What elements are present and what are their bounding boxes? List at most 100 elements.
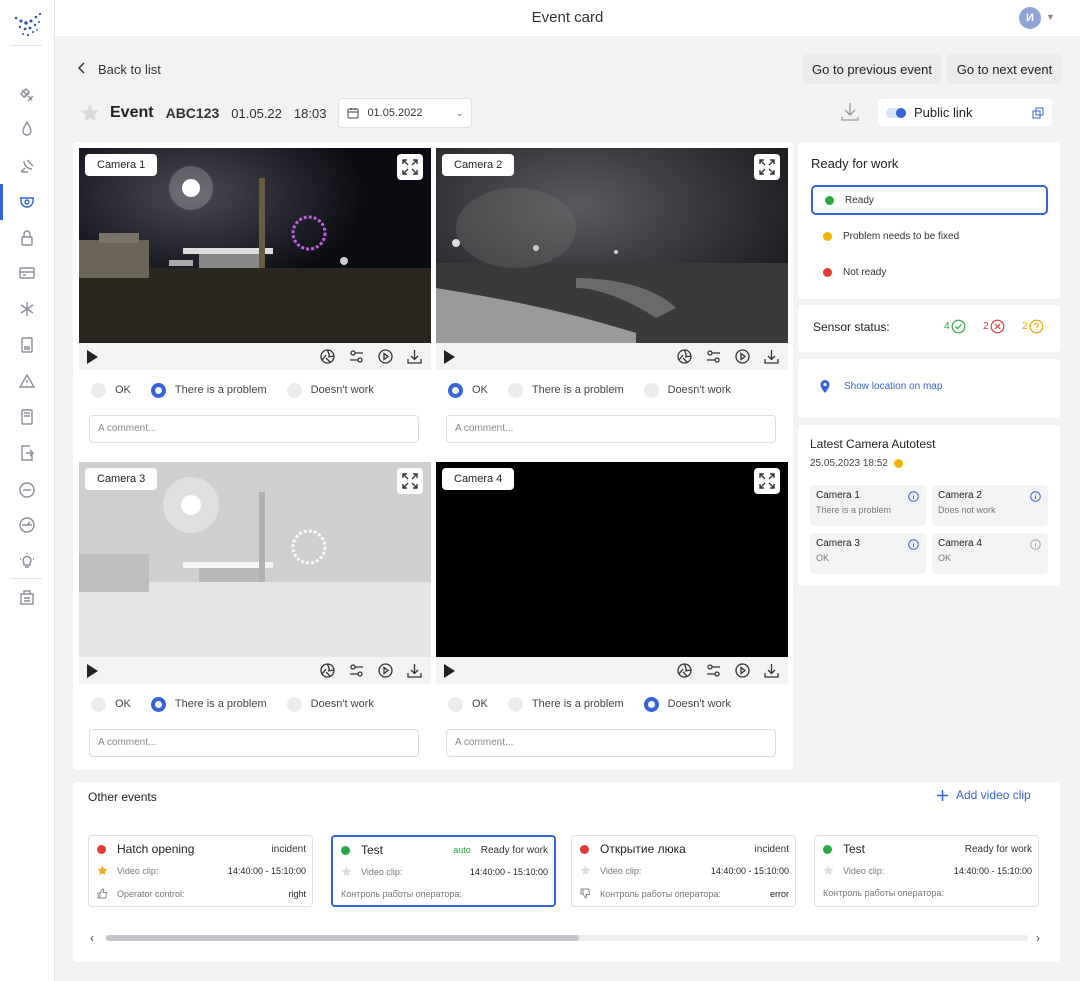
event-code: ABC123 bbox=[165, 105, 220, 121]
event-card[interactable]: Hatch opening incident Video clip: 14:40:0… bbox=[88, 835, 313, 907]
adjust-icon[interactable] bbox=[705, 348, 722, 365]
camera-video-4[interactable]: Camera 4 bbox=[436, 462, 788, 657]
event-card[interactable]: Test Ready for work Video clip: 14:40:00 -… bbox=[814, 835, 1039, 907]
public-link-toggle[interactable]: Public link bbox=[878, 99, 1052, 126]
info-icon[interactable] bbox=[1030, 491, 1041, 502]
adjust-icon[interactable] bbox=[705, 662, 722, 679]
public-link-label: Public link bbox=[914, 105, 973, 120]
star-icon[interactable] bbox=[580, 865, 591, 876]
adjust-icon[interactable] bbox=[348, 662, 365, 679]
playback-icon[interactable] bbox=[734, 348, 751, 365]
playback-icon[interactable] bbox=[734, 662, 751, 679]
bulb-icon[interactable] bbox=[16, 550, 38, 572]
question-circle-icon bbox=[1029, 319, 1043, 334]
lock-icon[interactable] bbox=[16, 227, 38, 249]
radio-doesnt-work[interactable]: Doesn't work bbox=[286, 382, 374, 398]
yellow-dot bbox=[823, 231, 832, 241]
toggle-switch[interactable] bbox=[886, 107, 906, 118]
radio-problem[interactable]: There is a problem bbox=[507, 696, 624, 712]
copy-icon[interactable] bbox=[1032, 107, 1044, 119]
playback-icon[interactable] bbox=[377, 662, 394, 679]
camera-video-1[interactable]: Camera 1 bbox=[79, 148, 431, 343]
radio-ok[interactable]: OK bbox=[448, 382, 488, 398]
ready-option[interactable]: Ready bbox=[811, 185, 1048, 215]
back-to-list-link[interactable]: Back to list bbox=[77, 62, 161, 77]
satellite-icon[interactable] bbox=[16, 84, 38, 106]
show-location-link[interactable]: Show location on map bbox=[820, 380, 942, 393]
play-icon[interactable] bbox=[87, 663, 98, 678]
radio-problem[interactable]: There is a problem bbox=[150, 382, 267, 398]
expand-icon[interactable] bbox=[754, 154, 780, 180]
report-icon[interactable] bbox=[16, 406, 38, 428]
video-controls bbox=[79, 657, 431, 684]
download-icon[interactable] bbox=[763, 662, 780, 679]
download-icon[interactable] bbox=[406, 662, 423, 679]
previous-event-button[interactable]: Go to previous event bbox=[803, 54, 941, 84]
radio-doesnt-work[interactable]: Doesn't work bbox=[286, 696, 374, 712]
radio-problem[interactable]: There is a problem bbox=[507, 382, 624, 398]
comment-input[interactable]: A comment... bbox=[89, 729, 419, 757]
aperture-icon[interactable] bbox=[676, 348, 693, 365]
autotest-cell: Camera 3 OK bbox=[810, 533, 926, 574]
scroll-left-icon[interactable]: ‹ bbox=[90, 931, 94, 945]
scroll-right-icon[interactable]: › bbox=[1036, 931, 1040, 945]
playback-icon[interactable] bbox=[377, 348, 394, 365]
comment-input[interactable]: A comment... bbox=[89, 415, 419, 443]
problem-option[interactable]: Problem needs to be fixed bbox=[811, 221, 1048, 251]
antenna-icon[interactable] bbox=[16, 155, 38, 177]
radio-problem[interactable]: There is a problem bbox=[150, 696, 267, 712]
not-ready-option[interactable]: Not ready bbox=[811, 257, 1048, 287]
aperture-icon[interactable] bbox=[319, 662, 336, 679]
calendar-icon bbox=[347, 108, 359, 119]
radio-doesnt-work[interactable]: Doesn't work bbox=[643, 382, 731, 398]
info-icon[interactable] bbox=[908, 539, 919, 550]
date-select[interactable]: 01.05.2022 ⌄ bbox=[338, 98, 473, 128]
comment-input[interactable]: A comment... bbox=[446, 729, 776, 757]
star-icon[interactable] bbox=[823, 865, 834, 876]
horizontal-scrollbar[interactable] bbox=[106, 935, 1028, 941]
event-card[interactable]: Открытие люка incident Video clip: 14:40:0… bbox=[571, 835, 796, 907]
next-event-button[interactable]: Go to next event bbox=[947, 54, 1062, 84]
expand-icon[interactable] bbox=[397, 468, 423, 494]
aperture-icon[interactable] bbox=[319, 348, 336, 365]
building-icon[interactable] bbox=[16, 586, 38, 608]
export-icon[interactable] bbox=[16, 442, 38, 464]
radio-ok[interactable]: OK bbox=[91, 696, 131, 712]
add-video-clip-button[interactable]: Add video clip bbox=[937, 788, 1031, 802]
play-icon[interactable] bbox=[444, 663, 455, 678]
radio-ok[interactable]: OK bbox=[91, 382, 131, 398]
radio-ok[interactable]: OK bbox=[448, 696, 488, 712]
adjust-icon[interactable] bbox=[348, 348, 365, 365]
chevron-down-icon[interactable]: ▼ bbox=[1046, 12, 1055, 22]
card-icon[interactable] bbox=[16, 262, 38, 284]
download-icon[interactable] bbox=[763, 348, 780, 365]
star-icon[interactable] bbox=[80, 103, 100, 123]
aperture-icon[interactable] bbox=[676, 662, 693, 679]
download-icon[interactable] bbox=[406, 348, 423, 365]
gauge-icon[interactable] bbox=[16, 514, 38, 536]
snowflake-icon[interactable] bbox=[16, 298, 38, 320]
camera-icon[interactable] bbox=[16, 191, 38, 213]
star-icon[interactable] bbox=[97, 865, 108, 876]
warning-icon[interactable] bbox=[16, 370, 38, 392]
download-icon[interactable] bbox=[838, 100, 862, 124]
scrollbar-thumb[interactable] bbox=[106, 935, 579, 941]
info-icon[interactable] bbox=[908, 491, 919, 502]
expand-icon[interactable] bbox=[754, 468, 780, 494]
avatar[interactable]: И bbox=[1019, 7, 1041, 29]
play-icon[interactable] bbox=[444, 349, 455, 364]
star-icon[interactable] bbox=[341, 866, 352, 877]
camera-tile-2: Camera 2 OK There is a problem Doesn't w… bbox=[436, 148, 788, 451]
water-drop-icon[interactable] bbox=[16, 118, 38, 140]
camera-video-2[interactable]: Camera 2 bbox=[436, 148, 788, 343]
comment-input[interactable]: A comment... bbox=[446, 415, 776, 443]
radio-doesnt-work[interactable]: Doesn't work bbox=[643, 696, 731, 712]
camera-video-3[interactable]: Camera 3 bbox=[79, 462, 431, 657]
info-icon[interactable] bbox=[1030, 539, 1041, 550]
play-icon[interactable] bbox=[87, 349, 98, 364]
expand-icon[interactable] bbox=[397, 154, 423, 180]
document-icon[interactable] bbox=[16, 334, 38, 356]
autotest-cell: Camera 4 OK bbox=[932, 533, 1048, 574]
toggle-icon[interactable] bbox=[16, 479, 38, 501]
event-card-selected[interactable]: Test auto Ready for work Video clip: 14:40:… bbox=[331, 835, 556, 907]
